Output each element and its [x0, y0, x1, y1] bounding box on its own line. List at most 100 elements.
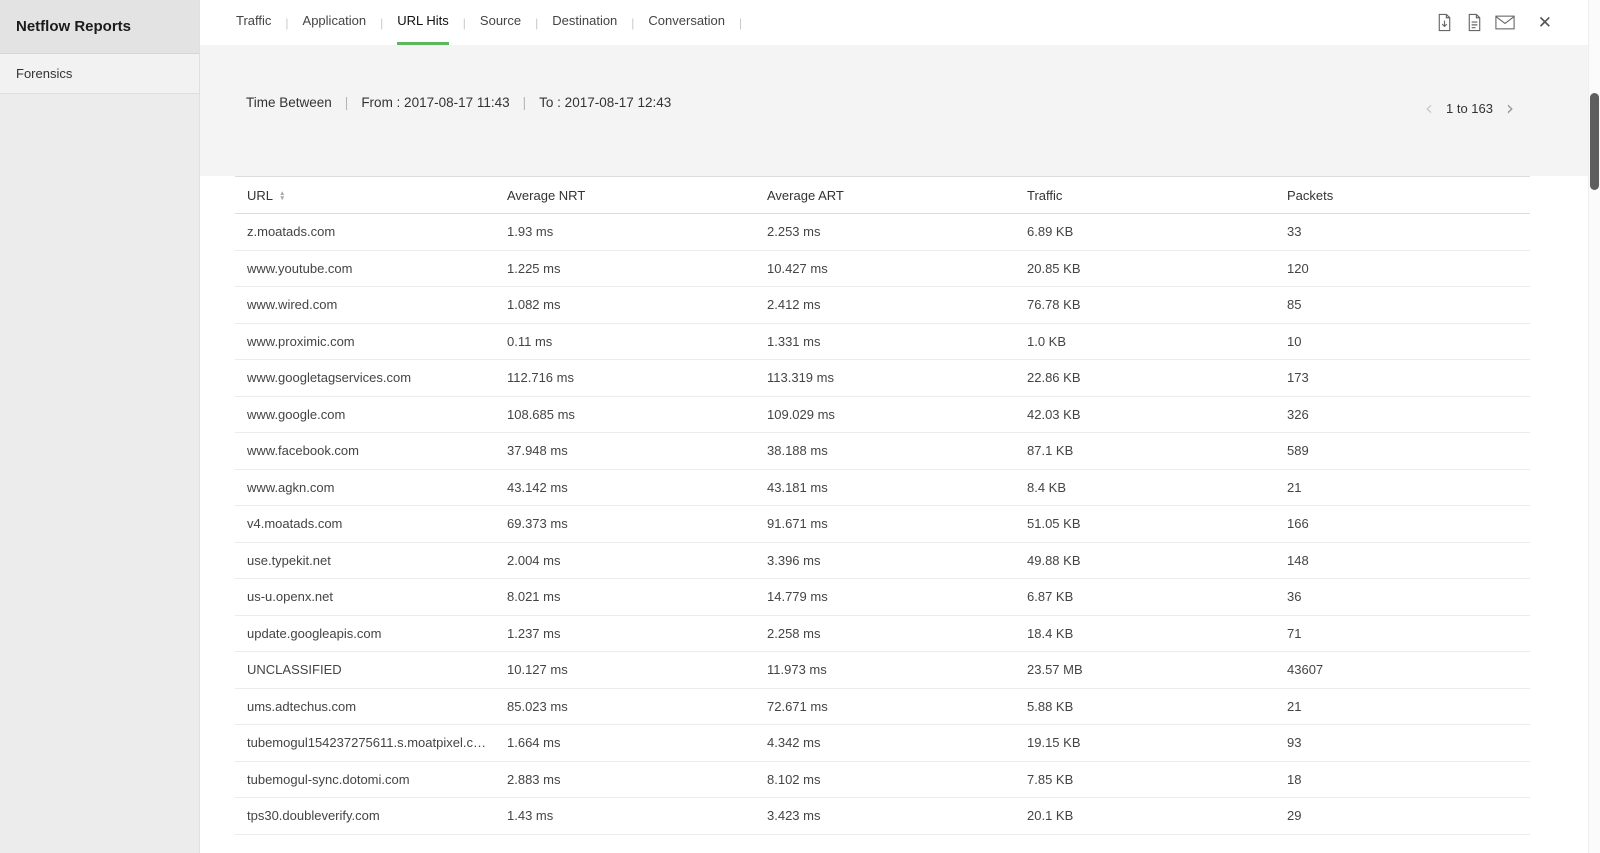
table-cell: 21 [1275, 469, 1530, 506]
tab-separator: | [739, 15, 743, 30]
table-cell: 112.716 ms [495, 359, 755, 397]
table-cell: 2.412 ms [755, 286, 1015, 324]
table-cell: 1.331 ms [755, 323, 1015, 360]
table-cell: 87.1 KB [1015, 432, 1275, 470]
table-cell: 22.86 KB [1015, 359, 1275, 397]
table-row: v4.moatads.com 69.373 ms 91.671 ms 51.05 KB… [235, 505, 1530, 543]
email-icon[interactable] [1495, 15, 1515, 30]
tab-source[interactable]: Source [480, 0, 521, 45]
table-cell: 120 [1275, 250, 1530, 287]
url-cell: www.proximic.com [235, 323, 495, 360]
table-cell: 5.88 KB [1015, 688, 1275, 725]
column-header-average-nrt[interactable]: Average NRT [495, 176, 755, 214]
table-cell: 37.948 ms [495, 432, 755, 470]
sidebar-header: Netflow Reports [0, 0, 199, 54]
tab-conversation[interactable]: Conversation [648, 0, 725, 45]
prev-page-icon[interactable]: ‹ [1421, 98, 1437, 118]
tab-destination[interactable]: Destination [552, 0, 617, 45]
table-cell: 91.671 ms [755, 505, 1015, 543]
table-row: www.googletagservices.com 112.716 ms 113.3… [235, 359, 1530, 397]
table-row: z.moatads.com 1.93 ms 2.253 ms 6.89 KB 33 [235, 213, 1530, 251]
column-header-average-art[interactable]: Average ART [755, 176, 1015, 214]
table-cell: 10.427 ms [755, 250, 1015, 287]
table-container: URL ▲ ▼ Average NRT Average ART Traffic Packet… [200, 176, 1600, 835]
table-row: tubemogul154237275611.s.moatpixel.com 1.6… [235, 724, 1530, 762]
url-cell: update.googleapis.com [235, 615, 495, 652]
tab-separator: | [631, 15, 635, 30]
table-cell: 10 [1275, 323, 1530, 360]
tab-separator: | [535, 15, 539, 30]
url-cell: www.wired.com [235, 286, 495, 324]
table-cell: 1.43 ms [495, 797, 755, 835]
url-cell: tps30.doubleverify.com [235, 797, 495, 835]
table-cell: 8.102 ms [755, 761, 1015, 798]
table-row: tubemogul-sync.dotomi.com 2.883 ms 8.102 m… [235, 761, 1530, 798]
main-panel: Traffic | Application | URL Hits | Source | Dest… [200, 0, 1600, 853]
url-cell: v4.moatads.com [235, 505, 495, 543]
table-cell: 1.237 ms [495, 615, 755, 652]
table-cell: 18 [1275, 761, 1530, 798]
table-cell: 20.1 KB [1015, 797, 1275, 835]
table-cell: 108.685 ms [495, 396, 755, 433]
table-cell: 113.319 ms [755, 359, 1015, 397]
url-cell: tubemogul-sync.dotomi.com [235, 761, 495, 798]
url-cell: UNCLASSIFIED [235, 651, 495, 689]
time-between-label: Time Between [246, 95, 332, 110]
table-cell: 0.11 ms [495, 323, 755, 360]
table-cell: 10.127 ms [495, 651, 755, 689]
table-cell: 109.029 ms [755, 396, 1015, 433]
sidebar: Netflow Reports Forensics [0, 0, 200, 853]
table-cell: 1.225 ms [495, 250, 755, 287]
table-cell: 71 [1275, 615, 1530, 652]
table-cell: 20.85 KB [1015, 250, 1275, 287]
table-cell: 23.57 MB [1015, 651, 1275, 689]
toolbar: ✕ [1435, 13, 1600, 32]
sidebar-item-forensics[interactable]: Forensics [0, 54, 199, 94]
netflow-reports-window: Netflow Reports Forensics Traffic | Applic… [0, 0, 1600, 853]
sort-icon[interactable]: ▲ ▼ [279, 190, 285, 202]
table-cell: 8.4 KB [1015, 469, 1275, 506]
tab-traffic[interactable]: Traffic [236, 0, 271, 45]
tab-url-hits[interactable]: URL Hits [397, 0, 449, 45]
export-pdf-icon[interactable] [1465, 13, 1484, 32]
table-cell: 2.258 ms [755, 615, 1015, 652]
table-row: use.typekit.net 2.004 ms 3.396 ms 49.88 KB 1… [235, 542, 1530, 579]
scrollbar-thumb[interactable] [1590, 93, 1599, 190]
table-cell: 14.779 ms [755, 578, 1015, 616]
column-header-packets[interactable]: Packets [1275, 176, 1530, 214]
table-cell: 85.023 ms [495, 688, 755, 725]
table-cell: 11.973 ms [755, 651, 1015, 689]
table-row: www.proximic.com 0.11 ms 1.331 ms 1.0 KB 10 [235, 323, 1530, 360]
column-header-traffic[interactable]: Traffic [1015, 176, 1275, 214]
pagination: ‹ 1 to 163 › [1421, 98, 1518, 118]
column-header-url[interactable]: URL ▲ ▼ [235, 176, 495, 214]
table-cell: 29 [1275, 797, 1530, 835]
table-cell: 589 [1275, 432, 1530, 470]
table-cell: 43.181 ms [755, 469, 1015, 506]
tab-separator: | [285, 15, 289, 30]
vertical-scrollbar[interactable] [1588, 0, 1600, 853]
table-row: www.agkn.com 43.142 ms 43.181 ms 8.4 KB 21 [235, 469, 1530, 506]
table-cell: 326 [1275, 396, 1530, 433]
table-row: ums.adtechus.com 85.023 ms 72.671 ms 5.88 K… [235, 688, 1530, 725]
tab-application[interactable]: Application [303, 0, 367, 45]
url-hits-table: URL ▲ ▼ Average NRT Average ART Traffic Packet… [235, 176, 1530, 835]
tab-bar: Traffic | Application | URL Hits | Source | Dest… [200, 0, 1600, 45]
table-row: www.google.com 108.685 ms 109.029 ms 42.03 … [235, 396, 1530, 433]
time-filter: Time Between | From : 2017-08-17 11:43 |… [246, 95, 671, 110]
next-page-icon[interactable]: › [1502, 98, 1518, 118]
filter-separator: | [522, 95, 527, 110]
table-row: www.facebook.com 37.948 ms 38.188 ms 87.1 K… [235, 432, 1530, 470]
table-cell: 43.142 ms [495, 469, 755, 506]
report-tabs: Traffic | Application | URL Hits | Source | Dest… [236, 0, 756, 45]
table-header-row: URL ▲ ▼ Average NRT Average ART Traffic Packet… [235, 176, 1530, 214]
table-cell: 1.082 ms [495, 286, 755, 324]
table-cell: 6.89 KB [1015, 213, 1275, 251]
table-cell: 2.883 ms [495, 761, 755, 798]
table-cell: 3.396 ms [755, 542, 1015, 579]
table-row: www.youtube.com 1.225 ms 10.427 ms 20.85 KB… [235, 250, 1530, 287]
table-cell: 21 [1275, 688, 1530, 725]
url-cell: www.agkn.com [235, 469, 495, 506]
export-xls-icon[interactable] [1435, 13, 1454, 32]
close-icon[interactable]: ✕ [1538, 14, 1552, 31]
